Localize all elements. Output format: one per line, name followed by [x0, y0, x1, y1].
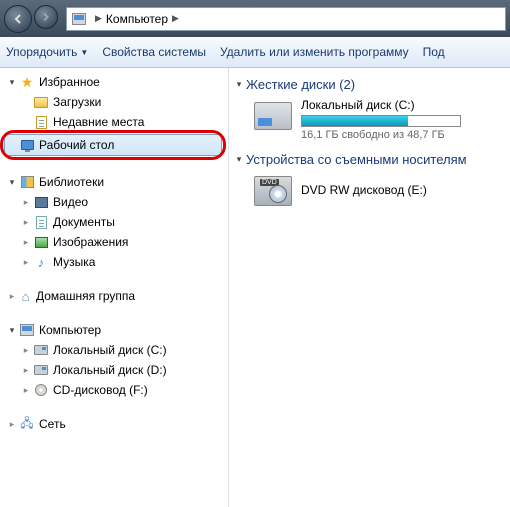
disk-icon	[33, 342, 49, 358]
disk-icon	[33, 362, 49, 378]
drive-item-c[interactable]: Локальный диск (C:) 16,1 ГБ свободно из …	[229, 94, 510, 145]
expander-icon[interactable]	[20, 344, 32, 356]
uninstall-program-button[interactable]: Удалить или изменить программу	[220, 45, 409, 59]
hdd-icon	[253, 98, 293, 134]
expander-icon[interactable]	[233, 78, 245, 90]
expander-icon[interactable]	[20, 196, 32, 208]
drive-name: Локальный диск (C:)	[301, 98, 502, 112]
expander-icon[interactable]	[20, 216, 32, 228]
libraries-group[interactable]: Библиотеки	[0, 172, 228, 192]
sidebar-item-music[interactable]: ♪ Музыка	[0, 252, 228, 272]
expander-icon[interactable]	[6, 290, 18, 302]
music-icon: ♪	[33, 254, 49, 270]
toolbar-overflow[interactable]: Под	[423, 45, 445, 59]
nav-forward-button[interactable]	[34, 5, 58, 29]
toolbar: Упорядочить ▼ Свойства системы Удалить и…	[0, 37, 510, 68]
removable-header[interactable]: Устройства со съемными носителям	[229, 149, 510, 169]
sidebar-item-cd-drive[interactable]: CD-дисковод (F:)	[0, 380, 228, 400]
dvd-drive-icon	[253, 173, 293, 209]
computer-icon	[71, 11, 87, 27]
expander-icon[interactable]	[20, 236, 32, 248]
expander-icon[interactable]	[20, 384, 32, 396]
favorites-label: Избранное	[39, 75, 100, 89]
folder-icon	[33, 94, 49, 110]
sidebar-item-documents[interactable]: Документы	[0, 212, 228, 232]
address-bar[interactable]: ▶ Компьютер ▶	[66, 7, 506, 31]
chevron-down-icon: ▼	[80, 48, 88, 57]
expander-icon[interactable]	[6, 76, 18, 88]
homegroup-icon: ⌂	[19, 290, 32, 302]
video-icon	[33, 194, 49, 210]
breadcrumb-item[interactable]: Компьютер	[106, 12, 168, 26]
chevron-right-icon: ▶	[95, 13, 102, 24]
organize-label: Упорядочить	[6, 45, 77, 59]
favorites-group[interactable]: ★ Избранное	[0, 72, 228, 92]
drive-status: 16,1 ГБ свободно из 48,7 ГБ	[301, 129, 502, 141]
titlebar: ▶ Компьютер ▶	[0, 0, 510, 37]
document-icon	[33, 214, 49, 230]
computer-icon	[19, 322, 35, 338]
expander-icon[interactable]	[233, 153, 245, 165]
sidebar-item-pictures[interactable]: Изображения	[0, 232, 228, 252]
hard-disks-header[interactable]: Жесткие диски (2)	[229, 74, 510, 94]
expander-icon[interactable]	[6, 176, 18, 188]
network-icon: 🖧	[19, 416, 35, 432]
pictures-icon	[33, 234, 49, 250]
network-group[interactable]: 🖧 Сеть	[0, 414, 228, 434]
recent-icon	[33, 114, 49, 130]
chevron-right-icon[interactable]: ▶	[172, 13, 179, 24]
homegroup-group[interactable]: ⌂ Домашняя группа	[0, 286, 228, 306]
organize-menu[interactable]: Упорядочить ▼	[6, 45, 88, 59]
content-pane: Жесткие диски (2) Локальный диск (C:) 16…	[229, 68, 510, 507]
expander-icon[interactable]	[6, 418, 18, 430]
drive-usage-bar	[301, 115, 461, 127]
desktop-icon	[19, 137, 35, 153]
nav-back-button[interactable]	[4, 5, 32, 33]
sidebar-item-disk-d[interactable]: Локальный диск (D:)	[0, 360, 228, 380]
cd-icon	[33, 382, 49, 398]
libraries-icon	[19, 174, 35, 190]
sidebar-item-disk-c[interactable]: Локальный диск (C:)	[0, 340, 228, 360]
star-icon: ★	[19, 74, 35, 90]
computer-group[interactable]: Компьютер	[0, 320, 228, 340]
sidebar-item-video[interactable]: Видео	[0, 192, 228, 212]
sidebar-item-desktop[interactable]: Рабочий стол	[4, 134, 222, 156]
sidebar-item-downloads[interactable]: Загрузки	[0, 92, 228, 112]
expander-icon[interactable]	[20, 364, 32, 376]
system-properties-button[interactable]: Свойства системы	[102, 45, 206, 59]
expander-icon[interactable]	[6, 324, 18, 336]
navigation-pane: ★ Избранное Загрузки Недавние места Рабо…	[0, 68, 228, 507]
drive-name: DVD RW дисковод (E:)	[301, 183, 427, 197]
expander-icon[interactable]	[20, 256, 32, 268]
sidebar-item-recent[interactable]: Недавние места	[0, 112, 228, 132]
drive-item-dvd[interactable]: DVD RW дисковод (E:)	[229, 169, 510, 213]
